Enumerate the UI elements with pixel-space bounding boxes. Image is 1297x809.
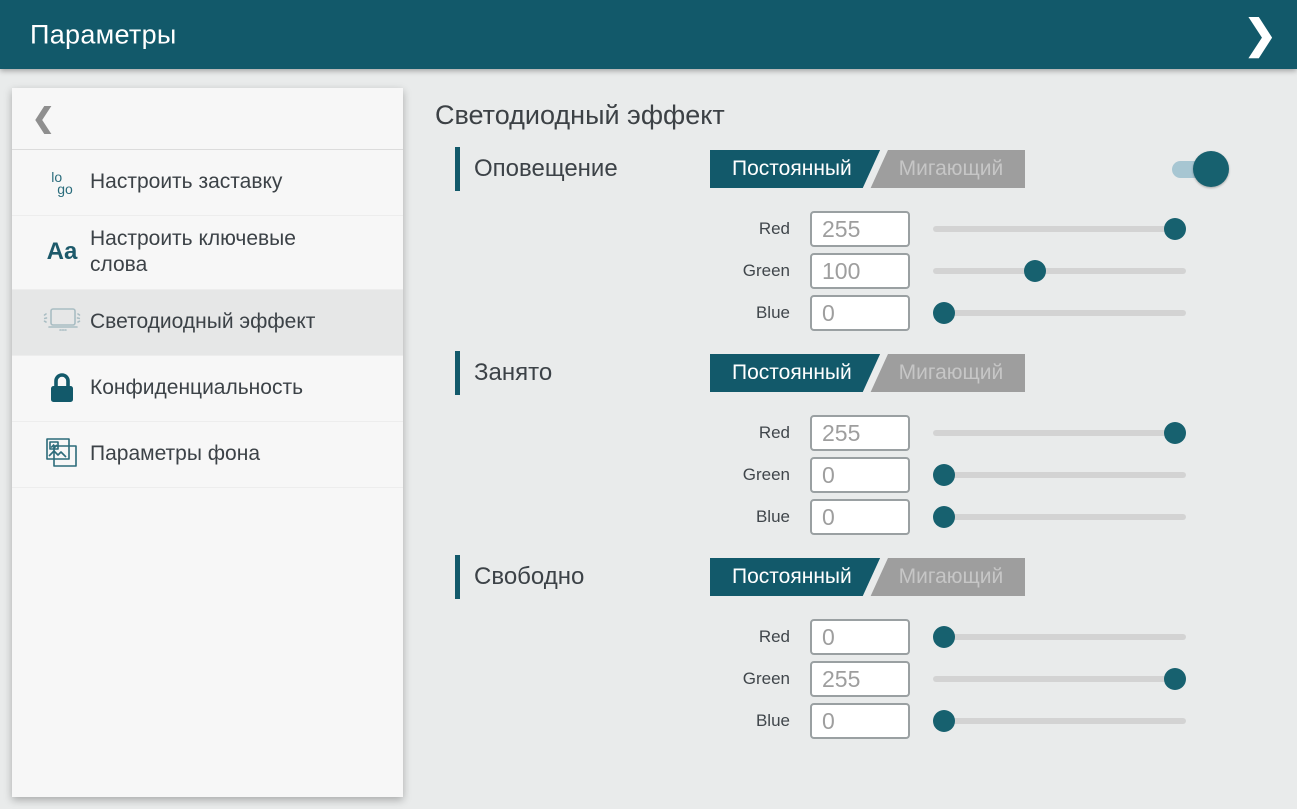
switch-thumb[interactable] <box>1193 151 1229 187</box>
slider-thumb[interactable] <box>1164 218 1186 240</box>
slider-thumb[interactable] <box>1164 668 1186 690</box>
channel-row-green: Green <box>640 253 1297 289</box>
slider-thumb[interactable] <box>933 464 955 486</box>
channel-label: Green <box>640 261 790 281</box>
forward-chevron-icon[interactable]: ❯ <box>1243 15 1277 55</box>
channel-label: Green <box>640 669 790 689</box>
led-display-icon <box>34 305 90 339</box>
section-accent-bar <box>455 351 460 395</box>
sidebar-item-label: Светодиодный эффект <box>90 309 315 335</box>
slider-track[interactable] <box>933 430 1186 436</box>
sidebar-item-label: Настроить ключевые слова <box>90 226 340 279</box>
channel-row-green: Green <box>640 661 1297 697</box>
channel-row-red: Red <box>640 619 1297 655</box>
channel-label: Green <box>640 465 790 485</box>
red-value-input[interactable] <box>810 415 910 451</box>
section-free: Свободно Постоянный Мигающий Red Green <box>435 555 1297 739</box>
lock-icon <box>34 370 90 406</box>
channel-label: Red <box>640 627 790 647</box>
slider-thumb[interactable] <box>1164 422 1186 444</box>
channel-label: Blue <box>640 507 790 527</box>
green-value-input[interactable] <box>810 661 910 697</box>
sidebar-item-led-effect[interactable]: Светодиодный эффект <box>12 290 403 356</box>
slider-track[interactable] <box>933 472 1186 478</box>
slider-track[interactable] <box>933 226 1186 232</box>
red-slider[interactable] <box>933 625 1186 649</box>
slider-track[interactable] <box>933 634 1186 640</box>
mode-toggle: Постоянный Мигающий <box>710 558 1025 596</box>
channel-row-blue: Blue <box>640 499 1297 535</box>
sidebar-item-keywords[interactable]: Aa Настроить ключевые слова <box>12 216 403 290</box>
mode-toggle: Постоянный Мигающий <box>710 354 1025 392</box>
blue-value-input[interactable] <box>810 295 910 331</box>
channel-row-red: Red <box>640 211 1297 247</box>
blue-slider[interactable] <box>933 709 1186 733</box>
sidebar-item-label: Настроить заставку <box>90 169 282 195</box>
section-label: Занято <box>474 359 552 387</box>
sidebar-item-splash-screen[interactable]: lo go Настроить заставку <box>12 150 403 216</box>
notification-enable-switch[interactable] <box>1172 150 1228 188</box>
main-content: Светодиодный эффект Оповещение Постоянны… <box>435 69 1297 745</box>
red-slider[interactable] <box>933 217 1186 241</box>
section-accent-bar <box>455 555 460 599</box>
green-slider[interactable] <box>933 259 1186 283</box>
back-chevron-icon[interactable]: ❮ <box>32 103 55 134</box>
settings-sidebar: ❮ lo go Настроить заставку Aa Настроить … <box>12 88 403 797</box>
green-slider[interactable] <box>933 667 1186 691</box>
slider-thumb[interactable] <box>1024 260 1046 282</box>
sidebar-item-privacy[interactable]: Конфиденциальность <box>12 356 403 422</box>
red-value-input[interactable] <box>810 211 910 247</box>
channel-row-blue: Blue <box>640 295 1297 331</box>
channel-row-blue: Blue <box>640 703 1297 739</box>
font-aa-icon: Aa <box>34 238 90 266</box>
mode-toggle: Постоянный Мигающий <box>710 150 1025 188</box>
slider-thumb[interactable] <box>933 626 955 648</box>
section-label: Оповещение <box>474 155 618 183</box>
slider-track[interactable] <box>933 676 1186 682</box>
content-title: Светодиодный эффект <box>435 100 1297 131</box>
slider-thumb[interactable] <box>933 710 955 732</box>
section-busy: Занято Постоянный Мигающий Red Green <box>435 351 1297 535</box>
green-value-input[interactable] <box>810 253 910 289</box>
blue-slider[interactable] <box>933 505 1186 529</box>
background-images-icon <box>34 435 90 473</box>
slider-track[interactable] <box>933 310 1186 316</box>
green-slider[interactable] <box>933 463 1186 487</box>
channel-label: Blue <box>640 711 790 731</box>
app-header: Параметры ❯ <box>0 0 1297 69</box>
channel-row-green: Green <box>640 457 1297 493</box>
section-accent-bar <box>455 147 460 191</box>
slider-track[interactable] <box>933 268 1186 274</box>
red-value-input[interactable] <box>810 619 910 655</box>
sidebar-item-label: Конфиденциальность <box>90 375 303 401</box>
blue-value-input[interactable] <box>810 703 910 739</box>
slider-track[interactable] <box>933 514 1186 520</box>
channel-label: Red <box>640 219 790 239</box>
slider-track[interactable] <box>933 718 1186 724</box>
channel-label: Red <box>640 423 790 443</box>
blue-slider[interactable] <box>933 301 1186 325</box>
page-title: Параметры <box>30 19 177 50</box>
channel-row-red: Red <box>640 415 1297 451</box>
section-label: Свободно <box>474 563 584 591</box>
red-slider[interactable] <box>933 421 1186 445</box>
logo-icon: lo go <box>34 171 90 195</box>
sidebar-back-row[interactable]: ❮ <box>12 88 403 150</box>
section-notification: Оповещение Постоянный Мигающий Red Green <box>435 147 1297 331</box>
slider-thumb[interactable] <box>933 302 955 324</box>
channel-label: Blue <box>640 303 790 323</box>
sidebar-item-background[interactable]: Параметры фона <box>12 422 403 488</box>
blue-value-input[interactable] <box>810 499 910 535</box>
green-value-input[interactable] <box>810 457 910 493</box>
sidebar-item-label: Параметры фона <box>90 441 260 467</box>
slider-thumb[interactable] <box>933 506 955 528</box>
